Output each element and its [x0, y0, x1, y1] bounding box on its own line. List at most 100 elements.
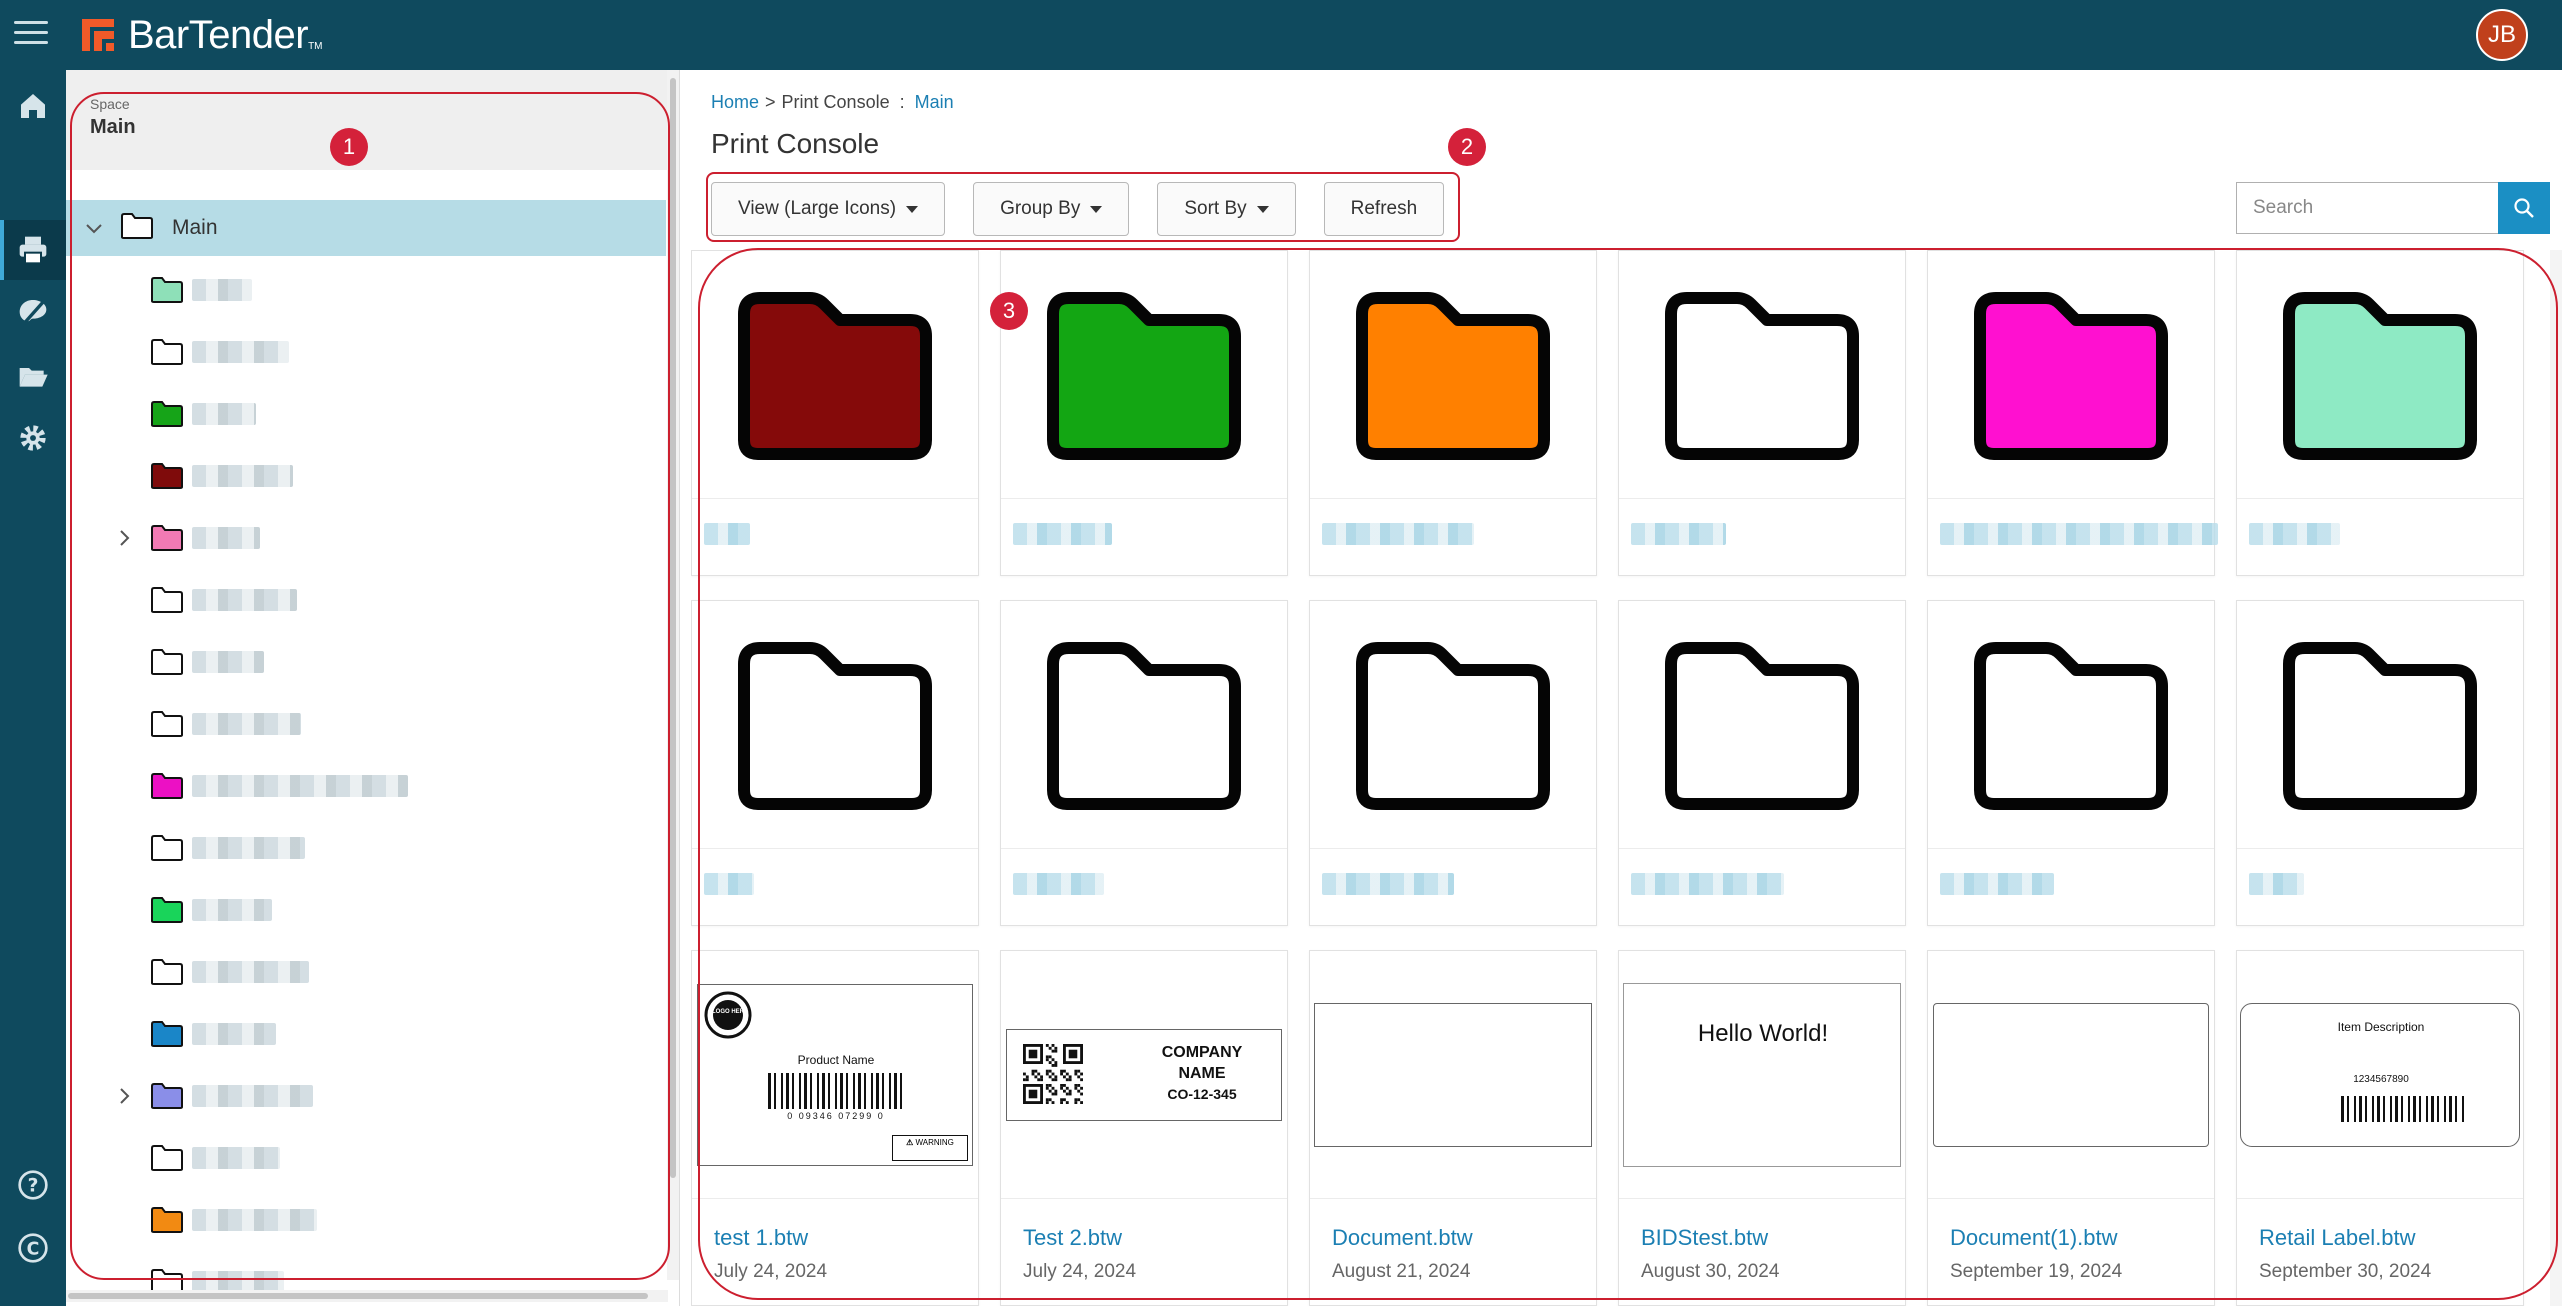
document-name-link[interactable]: test 1.btw — [714, 1225, 808, 1251]
home-icon[interactable] — [0, 76, 66, 136]
search-input[interactable] — [2236, 182, 2498, 234]
tree-item[interactable] — [66, 572, 666, 628]
folder-icon — [151, 773, 183, 799]
tree-item[interactable] — [66, 758, 666, 814]
folder-icon — [1665, 641, 1859, 810]
chevron-down-icon[interactable] — [82, 216, 106, 240]
folder-card[interactable] — [1000, 600, 1288, 926]
document-date: September 30, 2024 — [2259, 1261, 2432, 1282]
folder-card[interactable] — [1927, 600, 2215, 926]
folder-card[interactable] — [1309, 250, 1597, 576]
help-icon[interactable]: ? — [0, 1155, 66, 1215]
chevron-right-icon[interactable] — [112, 526, 136, 550]
toolbar: View (Large Icons) Group By Sort By Refr… — [711, 182, 1445, 236]
gear-icon[interactable] — [0, 408, 66, 468]
tree-item[interactable] — [66, 882, 666, 938]
redacted-label — [192, 899, 272, 921]
breadcrumb-current: Print Console — [781, 92, 890, 112]
folder-card[interactable] — [2236, 600, 2524, 926]
design-icon[interactable] — [0, 282, 66, 342]
copyright-icon[interactable]: C — [0, 1218, 66, 1278]
folder-icon — [151, 897, 183, 923]
search-icon — [2514, 198, 2534, 218]
tree-item-label: Main — [172, 216, 218, 239]
tree-item[interactable] — [66, 1006, 666, 1062]
view-dropdown-button[interactable]: View (Large Icons) — [711, 182, 946, 236]
folder-card[interactable] — [1000, 250, 1288, 576]
folder-icon — [151, 959, 183, 985]
folder-card[interactable] — [2236, 250, 2524, 576]
folder-icon — [121, 213, 153, 239]
document-card[interactable]: LOGO HERE Product Name 0 09346 07299 0 ⚠ WA… — [691, 950, 979, 1306]
redacted-label — [1940, 523, 2218, 545]
tree-item[interactable] — [66, 1068, 666, 1124]
tree-item[interactable] — [66, 1130, 666, 1186]
tree-item[interactable] — [66, 386, 666, 442]
document-card[interactable]: Document.btw August 21, 2024 — [1309, 950, 1597, 1306]
document-name-link[interactable]: Document(1).btw — [1950, 1225, 2118, 1251]
sort-by-dropdown-button[interactable]: Sort By — [1157, 182, 1296, 236]
tree-item[interactable] — [66, 696, 666, 752]
redacted-label — [192, 713, 301, 735]
document-name-link[interactable]: BIDStest.btw — [1641, 1225, 1768, 1251]
tree-item[interactable] — [66, 820, 666, 876]
folder-card[interactable] — [691, 600, 979, 926]
redacted-label — [192, 1209, 317, 1231]
printer-icon[interactable] — [0, 220, 66, 280]
folder-icon — [151, 1207, 183, 1233]
folder-card[interactable] — [1309, 600, 1597, 926]
folder-card[interactable] — [1618, 250, 1906, 576]
group-by-dropdown-button[interactable]: Group By — [973, 182, 1130, 236]
tree-item[interactable] — [66, 448, 666, 504]
brand-logo[interactable]: BarTender TM — [78, 10, 323, 60]
top-bar: BarTender TM JB — [0, 0, 2562, 70]
folder-card[interactable] — [1618, 600, 1906, 926]
barcode-icon — [2341, 1095, 2464, 1122]
folder-icon — [738, 641, 932, 810]
caret-down-icon — [1090, 205, 1103, 213]
breadcrumb-home-link[interactable]: Home — [711, 92, 759, 113]
document-date: July 24, 2024 — [1023, 1261, 1137, 1282]
document-name-link[interactable]: Retail Label.btw — [2259, 1225, 2416, 1251]
caret-down-icon — [1256, 205, 1269, 213]
folder-card[interactable] — [691, 250, 979, 576]
label-preview: Hello World! — [1623, 982, 1901, 1167]
hamburger-menu-icon[interactable] — [14, 14, 52, 52]
folder-icon — [1047, 291, 1241, 460]
refresh-button[interactable]: Refresh — [1323, 182, 1445, 236]
folder-icon — [151, 649, 183, 675]
document-card[interactable]: Item Description 1234567890 Retail Label.b… — [2236, 950, 2524, 1306]
tree-item[interactable] — [66, 1192, 666, 1248]
tree-item[interactable] — [66, 634, 666, 690]
redacted-label — [192, 589, 297, 611]
redacted-label — [192, 961, 309, 983]
grid-scrollbar[interactable] — [2550, 250, 2562, 1306]
search-box — [2236, 182, 2550, 234]
breadcrumb-space-link[interactable]: Main — [915, 92, 954, 113]
folder-card[interactable] — [1927, 250, 2218, 576]
chevron-right-icon[interactable] — [112, 1084, 136, 1108]
document-card[interactable]: Document(1).btw September 19, 2024 — [1927, 950, 2215, 1306]
tree-item[interactable] — [66, 510, 666, 566]
folder-icon — [151, 1145, 183, 1171]
document-card[interactable]: Hello World! BIDStest.btw August 30, 2024 — [1618, 950, 1906, 1306]
tree-scrollbar[interactable] — [667, 70, 679, 1280]
tree-horizontal-scrollbar[interactable] — [66, 1290, 668, 1302]
document-card[interactable]: COMPANY NAME CO-12-345 Test 2.btw July 24, 2… — [1000, 950, 1288, 1306]
tree-item[interactable] — [66, 324, 666, 380]
space-name: Main — [90, 116, 136, 138]
search-button[interactable] — [2498, 182, 2550, 234]
tree-item-main[interactable]: Main — [66, 200, 666, 256]
user-avatar[interactable]: JB — [2476, 9, 2528, 61]
tree-item[interactable] — [66, 944, 666, 1000]
tree-item[interactable] — [66, 262, 666, 318]
folder-tree-panel: Space Main Main — [66, 70, 680, 1306]
redacted-label — [1013, 523, 1112, 545]
document-name-link[interactable]: Test 2.btw — [1023, 1225, 1122, 1251]
folder-open-icon[interactable] — [0, 346, 66, 406]
document-name-link[interactable]: Document.btw — [1332, 1225, 1473, 1251]
redacted-label — [192, 1085, 313, 1107]
folder-icon — [2283, 641, 2477, 810]
folder-icon — [1974, 641, 2168, 810]
document-date: August 30, 2024 — [1641, 1261, 1780, 1282]
